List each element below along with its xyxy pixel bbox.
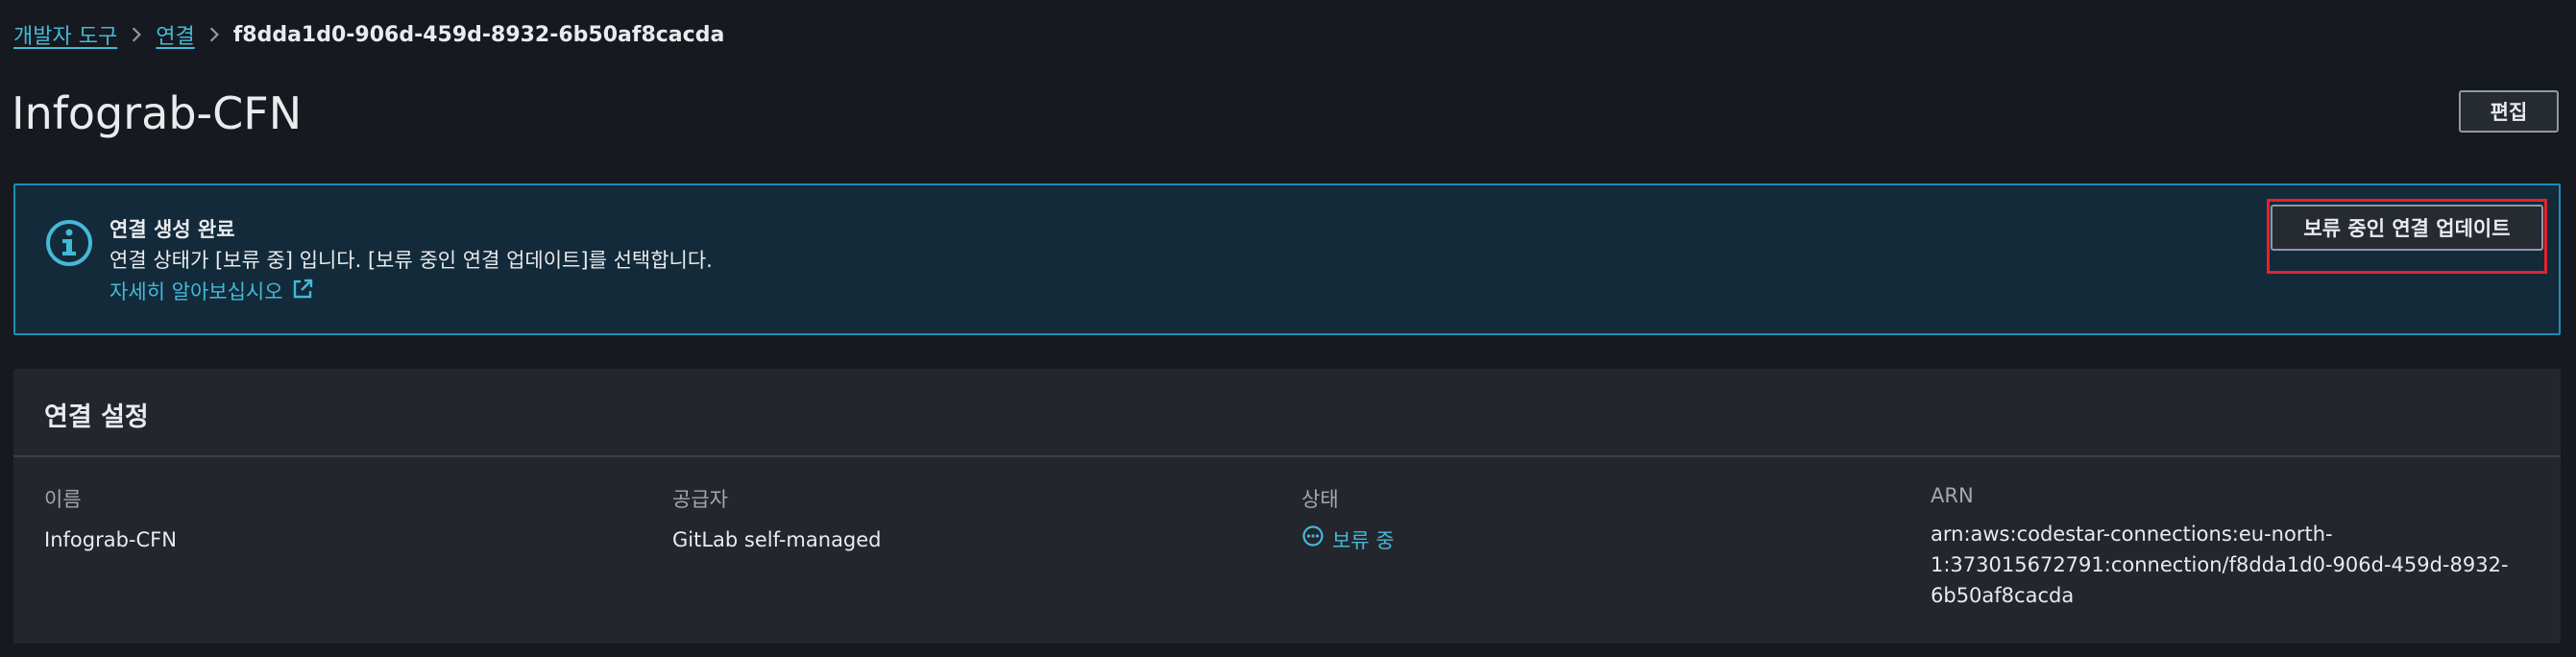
name-label: 이름 xyxy=(44,488,82,511)
arn-line: 6b50af8cacda xyxy=(1931,584,2075,607)
page-title: Infograb-CFN xyxy=(12,87,303,139)
pending-icon xyxy=(1301,524,1324,556)
provider-label: 공급자 xyxy=(672,488,728,511)
external-link-icon xyxy=(291,278,314,305)
arn-field: ARN arn:aws:codestar-connections:eu-nort… xyxy=(1931,484,2545,611)
panel-title: 연결 설정 xyxy=(44,402,149,432)
provider-value: GitLab self-managed xyxy=(672,528,882,551)
alert-title: 연결 생성 완료 xyxy=(109,218,235,241)
status-label: 상태 xyxy=(1301,488,1339,511)
learn-more-label: 자세히 알아보십시오 xyxy=(109,280,283,304)
breadcrumb-current: f8dda1d0-906d-459d-8932-6b50af8cacda xyxy=(232,22,725,47)
name-value: Infograb-CFN xyxy=(44,528,177,551)
info-alert: 연결 생성 완료 연결 상태가 [보류 중] 입니다. [보류 중인 연결 업데… xyxy=(13,183,2561,335)
panel-header: 연결 설정 xyxy=(13,369,2561,457)
provider-field: 공급자 GitLab self-managed xyxy=(672,484,882,555)
arn-line: 1:373015672791:connection/f8dda1d0-906d-… xyxy=(1931,553,2509,576)
breadcrumb-developer-tools[interactable]: 개발자 도구 xyxy=(13,19,117,50)
arn-value: arn:aws:codestar-connections:eu-north- 1… xyxy=(1931,519,2545,611)
update-pending-connection-button[interactable]: 보류 중인 연결 업데이트 xyxy=(2271,205,2543,251)
edit-button[interactable]: 편집 xyxy=(2459,90,2559,133)
chevron-right-icon xyxy=(117,26,156,43)
status-text: 보류 중 xyxy=(1332,528,1395,552)
page: 개발자 도구 연결 f8dda1d0-906d-459d-8932-6b50af… xyxy=(0,0,2576,657)
alert-message: 연결 상태가 [보류 중] 입니다. [보류 중인 연결 업데이트]를 선택합니… xyxy=(109,249,713,272)
info-icon xyxy=(44,218,94,268)
arn-line: arn:aws:codestar-connections:eu-north- xyxy=(1931,523,2333,546)
name-field: 이름 Infograb-CFN xyxy=(44,484,177,555)
status-field: 상태 보류 중 xyxy=(1301,484,1395,556)
learn-more-link[interactable]: 자세히 알아보십시오 xyxy=(109,277,314,305)
status-badge: 보류 중 xyxy=(1301,524,1395,556)
breadcrumb-connections[interactable]: 연결 xyxy=(156,19,194,50)
breadcrumb: 개발자 도구 연결 f8dda1d0-906d-459d-8932-6b50af… xyxy=(13,19,724,50)
chevron-right-icon xyxy=(195,26,233,43)
arn-label: ARN xyxy=(1931,484,1974,507)
connection-settings-panel: 연결 설정 이름 Infograb-CFN 공급자 GitLab self-ma… xyxy=(13,369,2561,644)
